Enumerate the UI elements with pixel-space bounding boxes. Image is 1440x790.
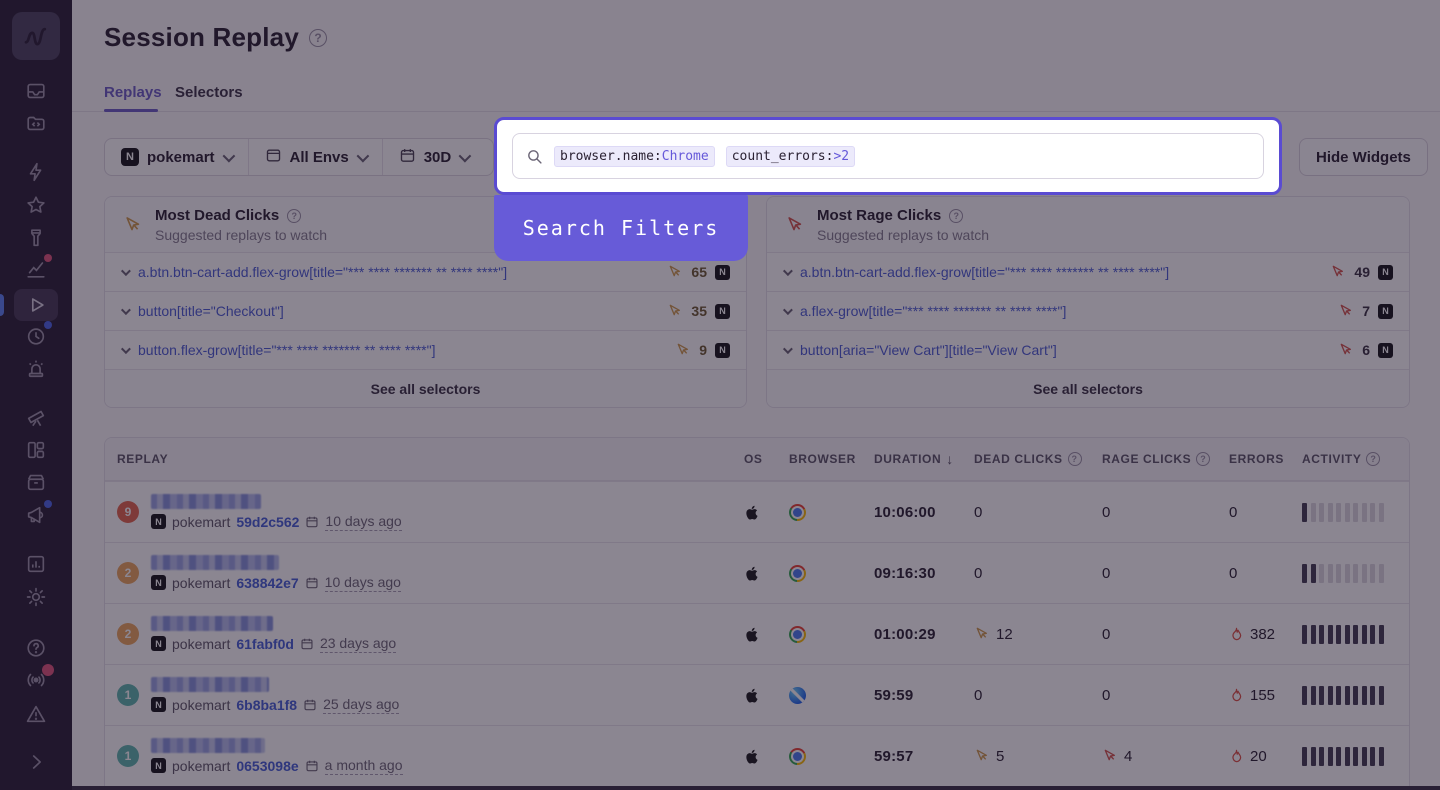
tour-tooltip-label: Search Filters — [523, 216, 720, 240]
search-token-count-errors[interactable]: count_errors:>2 — [726, 146, 855, 167]
tour-tooltip: Search Filters — [494, 195, 748, 261]
search-icon — [526, 148, 543, 165]
search-input[interactable]: browser.name:Chrome count_errors:>2 — [512, 133, 1264, 179]
search-token-browser-name[interactable]: browser.name:Chrome — [554, 146, 715, 167]
search-spotlight: browser.name:Chrome count_errors:>2 — [494, 117, 1282, 195]
